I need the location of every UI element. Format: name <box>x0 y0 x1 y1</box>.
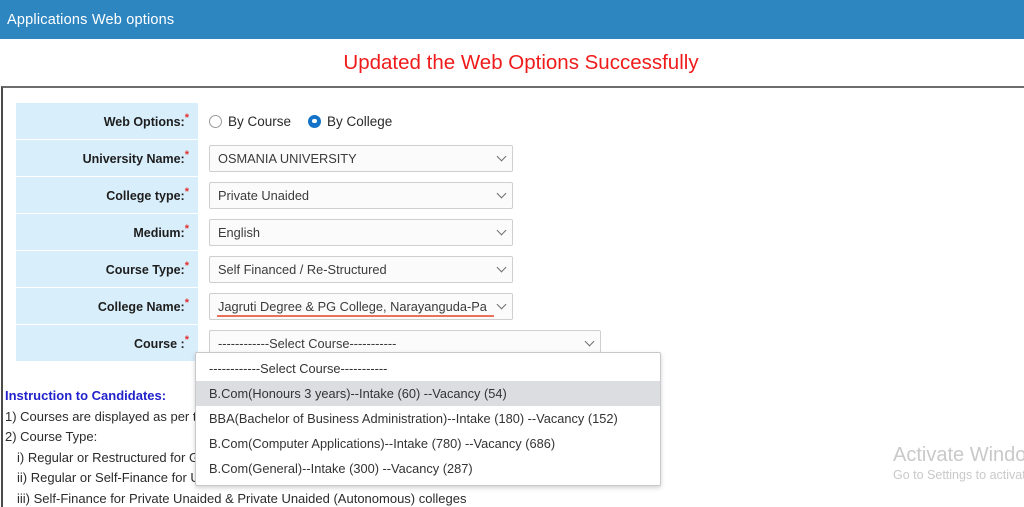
instruction-line-2iii: iii) Self-Finance for Private Unaided & … <box>17 490 467 506</box>
dropdown-option-bcom-honours[interactable]: B.Com(Honours 3 years)--Intake (60) --Va… <box>196 381 660 406</box>
chevron-down-icon <box>584 336 595 347</box>
required-asterisk: * <box>184 259 189 272</box>
chevron-down-icon <box>496 262 507 273</box>
radio-circle-icon-by-course <box>209 114 222 128</box>
select-college-name[interactable]: Jagruti Degree & PG College, Narayanguda… <box>209 292 513 320</box>
label-cell-college-name: College Name:* <box>16 288 198 324</box>
success-banner: Updated the Web Options Successfully <box>0 39 1024 86</box>
app-header-bar: Applications Web options <box>0 0 1024 39</box>
required-asterisk: * <box>184 111 189 124</box>
radio-by-course[interactable]: By Course <box>209 114 291 129</box>
label-cell-university-name: University Name:* <box>16 140 198 176</box>
label-college-type: College type:* <box>106 185 189 204</box>
select-college-type[interactable]: Private Unaided <box>209 181 513 209</box>
dropdown-option-select-course[interactable]: ------------Select Course----------- <box>196 356 660 381</box>
app-screen: Applications Web options Updated the Web… <box>0 0 1024 507</box>
form-row-college-name: College Name:* Jagruti Degree & PG Colle… <box>16 288 676 324</box>
web-options-radio-group: By Course By College <box>209 114 392 129</box>
label-web-options: Web Options:* <box>103 111 189 130</box>
dropdown-option-bcom-general[interactable]: B.Com(General)--Intake (300) --Vacancy (… <box>196 456 660 481</box>
select-medium[interactable]: English <box>209 218 513 246</box>
form-row-web-options: Web Options:* By Course By College <box>16 103 676 139</box>
label-course: Course :* <box>134 333 189 352</box>
label-cell-course-type: Course Type:* <box>16 251 198 287</box>
label-medium: Medium:* <box>133 222 189 241</box>
dropdown-option-bba[interactable]: BBA(Bachelor of Business Administration)… <box>196 406 660 431</box>
select-medium-value: English <box>218 224 260 240</box>
required-asterisk: * <box>184 296 189 309</box>
required-asterisk: * <box>184 222 189 235</box>
radio-circle-icon-by-college <box>308 114 322 128</box>
select-course-type-value: Self Financed / Re-Structured <box>218 261 387 277</box>
chevron-down-icon <box>496 225 507 236</box>
web-options-form: Web Options:* By Course By College Unive… <box>16 103 676 362</box>
chevron-down-icon <box>496 299 507 310</box>
select-college-name-value: Jagruti Degree & PG College, Narayanguda… <box>218 298 487 314</box>
label-university-name: University Name:* <box>82 148 189 167</box>
field-cell-course-type: Self Financed / Re-Structured <box>198 251 676 287</box>
required-asterisk: * <box>184 333 189 346</box>
select-university-name-value: OSMANIA UNIVERSITY <box>218 150 357 166</box>
field-cell-university-name: OSMANIA UNIVERSITY <box>198 140 676 176</box>
select-college-type-value: Private Unaided <box>218 187 310 203</box>
label-course-type: Course Type:* <box>105 259 189 278</box>
label-college-name: College Name:* <box>97 296 189 315</box>
radio-by-college[interactable]: By College <box>308 114 392 129</box>
chevron-down-icon <box>496 151 507 162</box>
radio-label-by-course: By Course <box>228 113 292 129</box>
app-title: Applications Web options <box>7 11 175 28</box>
radio-label-by-college: By College <box>327 113 393 129</box>
course-dropdown-list[interactable]: ------------Select Course----------- B.C… <box>195 352 661 486</box>
success-message: Updated the Web Options Successfully <box>343 50 699 74</box>
select-course-type[interactable]: Self Financed / Re-Structured <box>209 255 513 283</box>
label-cell-course: Course :* <box>16 325 198 361</box>
field-cell-medium: English <box>198 214 676 250</box>
field-cell-college-name: Jagruti Degree & PG College, Narayanguda… <box>198 288 676 324</box>
form-row-medium: Medium:* English <box>16 214 676 250</box>
required-asterisk: * <box>184 148 189 161</box>
chevron-down-icon <box>496 188 507 199</box>
select-course-value: ------------Select Course----------- <box>218 335 397 351</box>
label-cell-web-options: Web Options:* <box>16 103 198 139</box>
dropdown-option-bcom-computer-applications[interactable]: B.Com(Computer Applications)--Intake (78… <box>196 431 660 456</box>
label-cell-college-type: College type:* <box>16 177 198 213</box>
form-row-college-type: College type:* Private Unaided <box>16 177 676 213</box>
form-row-university-name: University Name:* OSMANIA UNIVERSITY <box>16 140 676 176</box>
select-university-name[interactable]: OSMANIA UNIVERSITY <box>209 144 513 172</box>
form-row-course-type: Course Type:* Self Financed / Re-Structu… <box>16 251 676 287</box>
field-cell-web-options: By Course By College <box>198 103 676 139</box>
field-cell-college-type: Private Unaided <box>198 177 676 213</box>
label-cell-medium: Medium:* <box>16 214 198 250</box>
required-asterisk: * <box>184 185 189 198</box>
